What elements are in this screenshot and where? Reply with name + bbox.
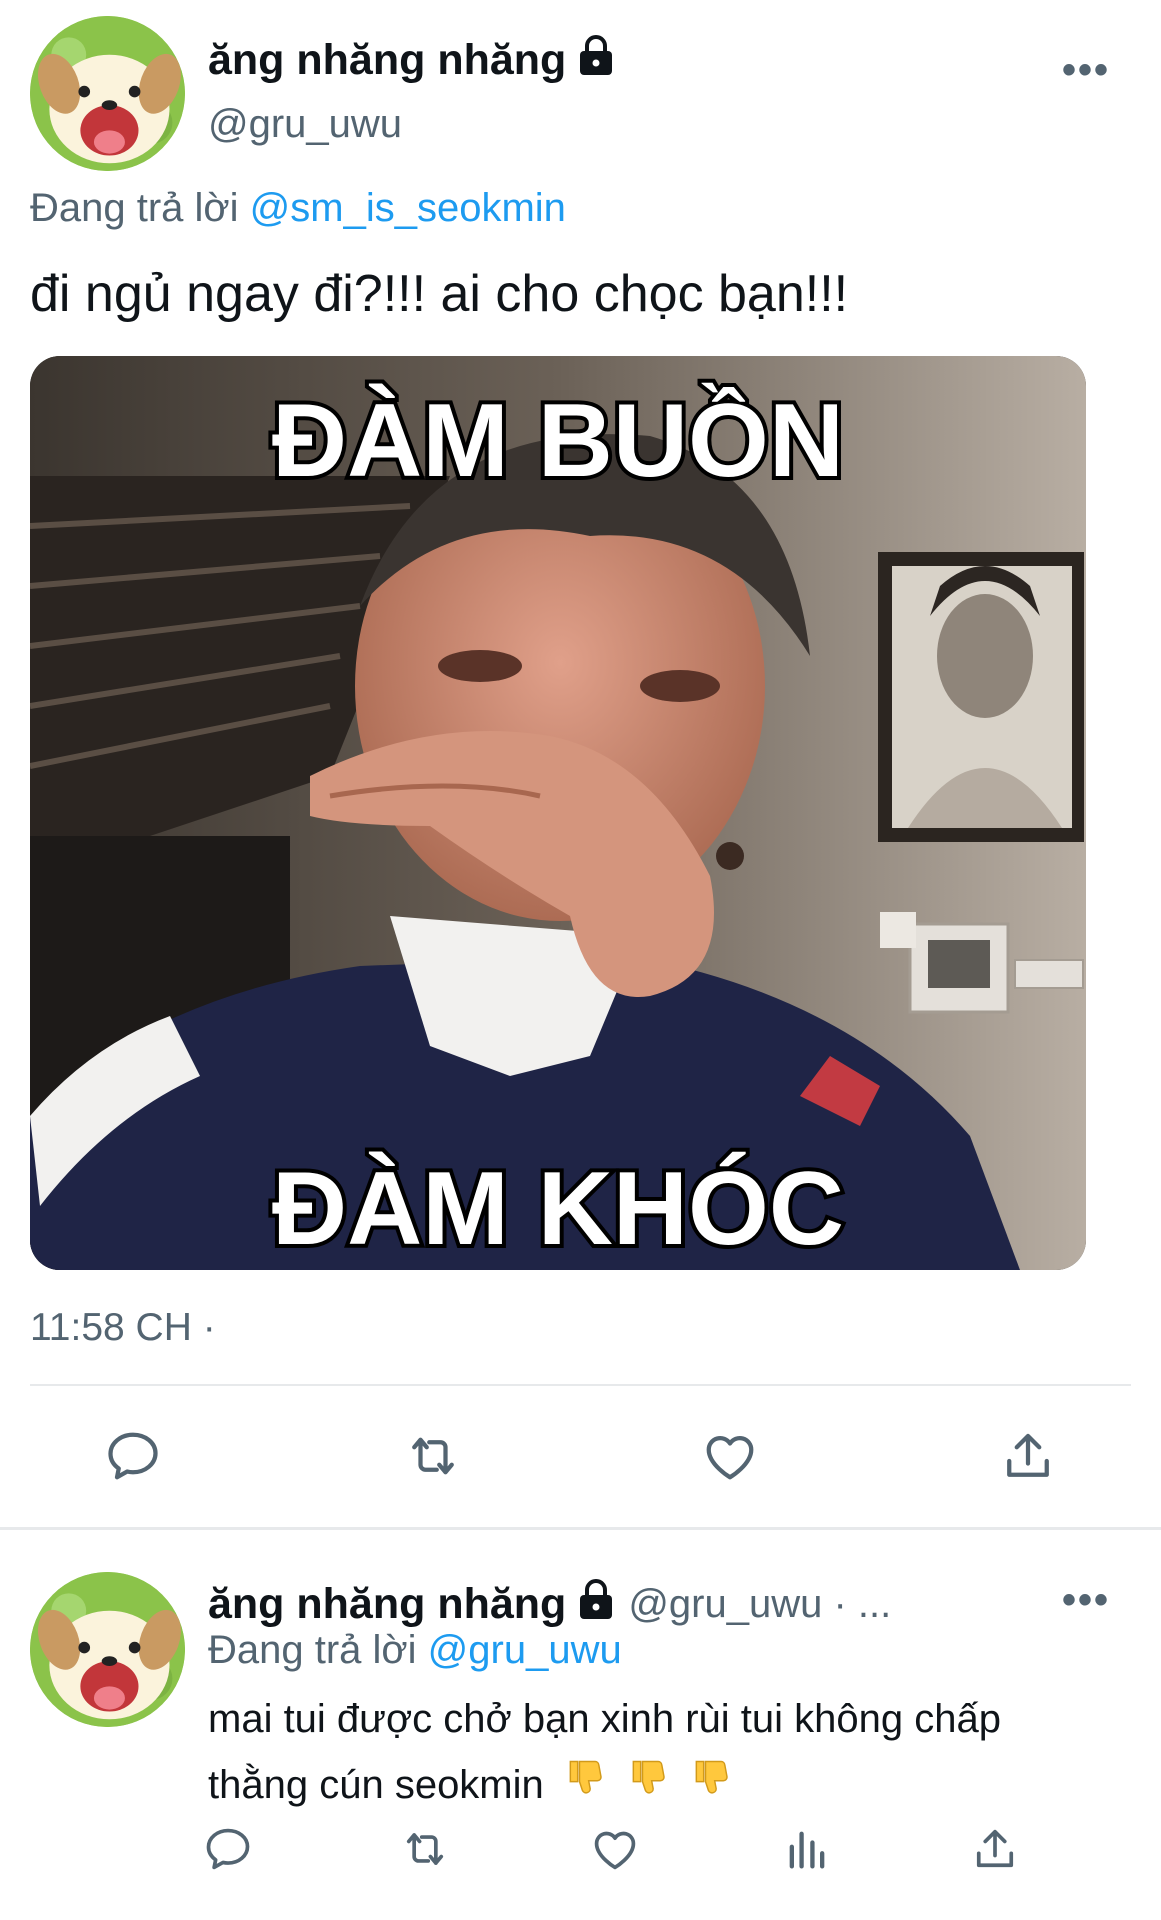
reply-avatar[interactable] xyxy=(30,1572,185,1727)
more-options-icon[interactable]: ••• xyxy=(1062,48,1110,93)
tweet-media-image[interactable]: ĐÀM BUỒN ĐÀM KHÓC xyxy=(30,356,1086,1270)
tweet-timestamp[interactable]: 11:58 CH · xyxy=(30,1306,216,1350)
dog-avatar-icon xyxy=(30,16,185,171)
like-button[interactable] xyxy=(690,1416,770,1496)
avatar[interactable] xyxy=(30,16,185,171)
reply-text-line: thằng cún seokmin xyxy=(208,1763,544,1807)
like-icon xyxy=(706,1436,754,1480)
replying-to-label: Đang trả lời xyxy=(30,186,239,230)
display-name[interactable]: ăng nhăng nhăng xyxy=(208,34,616,87)
reply-button[interactable] xyxy=(93,1416,173,1496)
reply-handle-meta: @gru_uwu · ... xyxy=(628,1582,892,1626)
lock-icon xyxy=(576,1578,616,1631)
like-icon xyxy=(594,1831,636,1870)
reply-icon xyxy=(206,1828,250,1870)
meme-caption-bottom: ĐÀM KHÓC xyxy=(272,1151,844,1267)
divider xyxy=(30,1384,1131,1386)
lock-icon xyxy=(576,34,616,87)
thread-divider xyxy=(0,1527,1161,1530)
reply-more-options-icon[interactable]: ••• xyxy=(1062,1578,1110,1623)
analytics-icon xyxy=(789,1831,825,1869)
user-handle[interactable]: @gru_uwu xyxy=(208,102,402,147)
share-button[interactable] xyxy=(988,1416,1068,1496)
reply-analytics-button[interactable] xyxy=(772,1814,842,1884)
display-name-text: ăng nhăng nhăng xyxy=(208,36,567,84)
reply-text-line: mai tui được chở bạn xinh rùi tui không … xyxy=(208,1697,1001,1741)
replying-to: Đang trả lời @sm_is_seokmin xyxy=(30,186,566,231)
reply-text: mai tui được chở bạn xinh rùi tui không … xyxy=(208,1686,1128,1820)
reply-replying-to: Đang trả lời @gru_uwu xyxy=(208,1628,622,1673)
reply-display-name: ăng nhăng nhăng xyxy=(208,1580,567,1628)
retweet-icon xyxy=(406,1833,444,1865)
reply-like-button[interactable] xyxy=(580,1814,650,1884)
replying-to-mention[interactable]: @sm_is_seokmin xyxy=(250,186,566,230)
replying-to-label: Đang trả lời xyxy=(208,1628,417,1672)
replying-to-mention[interactable]: @gru_uwu xyxy=(428,1628,622,1672)
reply-icon xyxy=(108,1432,158,1480)
share-icon xyxy=(976,1829,1014,1868)
retweet-button[interactable] xyxy=(393,1416,473,1496)
reply-retweet-button[interactable] xyxy=(390,1814,460,1884)
meme-caption-top: ĐÀM BUỒN xyxy=(272,383,844,499)
share-icon xyxy=(1007,1433,1049,1477)
reply-reply-button[interactable] xyxy=(193,1814,263,1884)
reply-header[interactable]: ăng nhăng nhăng @gru_uwu · ... xyxy=(208,1578,891,1631)
retweet-icon xyxy=(412,1437,454,1475)
thumbs-down-icon xyxy=(689,1754,733,1820)
reply-share-button[interactable] xyxy=(960,1814,1030,1884)
dog-avatar-icon xyxy=(30,1572,185,1727)
thumbs-down-icon xyxy=(563,1754,607,1820)
meme-image: ĐÀM BUỒN ĐÀM KHÓC xyxy=(30,356,1086,1270)
tweet-text: đi ngủ ngay đi?!!! ai cho chọc bạn!!! xyxy=(30,265,849,323)
thumbs-down-icon xyxy=(626,1754,670,1820)
reply-text-line-2: thằng cún seokmin xyxy=(208,1752,1128,1820)
